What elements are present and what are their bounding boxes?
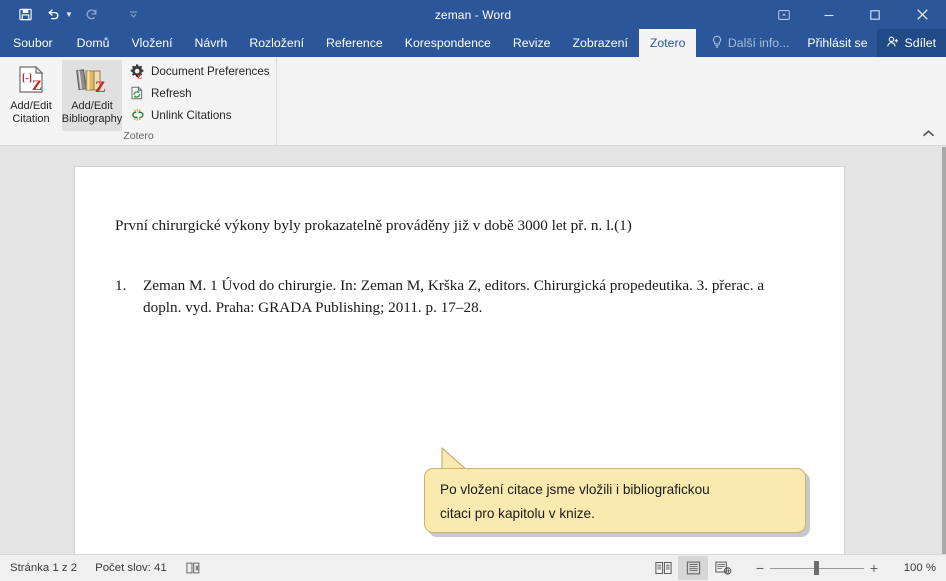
- share-label: Sdílet: [904, 36, 936, 50]
- proofing-errors-icon[interactable]: [185, 561, 202, 575]
- bibliography-entry: 1. Zeman M. 1 Úvod do chirurgie. In: Zem…: [115, 275, 795, 319]
- ribbon-display-options-icon[interactable]: [762, 0, 806, 29]
- svg-text:Z: Z: [95, 79, 106, 96]
- callout-line-2: citaci pro kapitolu v knize.: [440, 506, 595, 521]
- zoom-out-button[interactable]: −: [750, 558, 770, 578]
- add-edit-citation-label: Add/Edit Citation: [10, 100, 52, 125]
- save-icon[interactable]: [12, 3, 38, 27]
- minimize-icon[interactable]: [806, 0, 852, 29]
- zoom-slider[interactable]: [770, 558, 864, 578]
- window-controls: [762, 0, 946, 29]
- ribbon-group-label: Zotero: [123, 130, 154, 142]
- bibliography-entry-number: 1.: [115, 277, 127, 294]
- share-button[interactable]: Sdílet: [876, 29, 946, 57]
- add-edit-bibliography-label: Add/Edit Bibliography: [61, 100, 123, 125]
- zotero-unlink-citations-icon: [128, 107, 145, 124]
- callout-bubble: Po vložení citace jsme vložili i bibliog…: [424, 468, 806, 533]
- tell-me-search[interactable]: Další info...: [702, 29, 799, 57]
- zotero-add-edit-bibliography-icon: Z: [75, 64, 109, 97]
- word-count-status[interactable]: Počet slov: 41: [95, 562, 167, 574]
- lightbulb-icon: [711, 35, 723, 52]
- print-layout-icon[interactable]: [678, 556, 708, 580]
- title-bar: ▼ zeman - Word: [0, 0, 946, 29]
- callout-text: Po vložení citace jsme vložili i bibliog…: [440, 478, 798, 526]
- status-bar-left: Stránka 1 z 2 Počet slov: 41: [0, 561, 202, 575]
- tell-me-label: Další info...: [727, 36, 790, 50]
- status-bar-right: − + 100 %: [648, 556, 946, 580]
- callout-tail: [440, 446, 480, 472]
- unlink-citations-label: Unlink Citations: [151, 108, 232, 122]
- svg-text:Z: Z: [137, 72, 142, 79]
- tab-revize[interactable]: Revize: [502, 29, 562, 57]
- zotero-small-commands: Z Document Preferences Refresh Unlink Ci…: [128, 62, 270, 124]
- sign-in-button[interactable]: Přihlásit se: [798, 29, 876, 57]
- tab-soubor[interactable]: Soubor: [0, 29, 66, 57]
- bibliography-entry-text: Zeman M. 1 Úvod do chirurgie. In: Zeman …: [143, 277, 765, 316]
- zotero-add-edit-citation-icon: [-] Z: [16, 64, 46, 97]
- tab-navrh[interactable]: Návrh: [184, 29, 239, 57]
- svg-text:Z: Z: [32, 78, 42, 94]
- customize-qat-icon[interactable]: [121, 3, 147, 27]
- zotero-refresh-icon: [128, 85, 145, 102]
- collapse-ribbon-icon[interactable]: [920, 125, 936, 141]
- tab-strip-right-actions: Další info... Přihlásit se Sdílet: [702, 29, 946, 57]
- word-application-window: ▼ zeman - Word Soubor Domů Vložení Návrh…: [0, 0, 946, 581]
- document-preferences-label: Document Preferences: [151, 64, 270, 78]
- vertical-scrollbar[interactable]: [942, 147, 946, 554]
- maximize-icon[interactable]: [852, 0, 898, 29]
- unlink-citations-button[interactable]: Unlink Citations: [128, 106, 270, 124]
- tab-korespondence[interactable]: Korespondence: [394, 29, 502, 57]
- document-canvas: První chirurgické výkony byly prokazatel…: [0, 147, 946, 566]
- document-preferences-button[interactable]: Z Document Preferences: [128, 62, 270, 80]
- person-add-icon: [886, 35, 900, 52]
- tab-rozlozeni[interactable]: Rozložení: [238, 29, 315, 57]
- refresh-button[interactable]: Refresh: [128, 84, 270, 102]
- zotero-document-preferences-icon: Z: [128, 63, 145, 80]
- ribbon-group-zotero: [-] Z Add/Edit Citation Z Add/Edit Bibli…: [0, 57, 277, 145]
- read-mode-icon[interactable]: [648, 556, 678, 580]
- zoom-slider-thumb[interactable]: [814, 561, 819, 575]
- undo-icon[interactable]: [40, 3, 66, 27]
- tab-zobrazeni[interactable]: Zobrazení: [562, 29, 639, 57]
- undo-dropdown-icon[interactable]: ▼: [65, 10, 73, 19]
- status-bar: Stránka 1 z 2 Počet slov: 41 − + 100 %: [0, 554, 946, 581]
- quick-access-toolbar: ▼: [0, 3, 147, 27]
- ribbon-content: [-] Z Add/Edit Citation Z Add/Edit Bibli…: [0, 57, 946, 146]
- web-layout-icon[interactable]: [708, 556, 738, 580]
- tab-vlozeni[interactable]: Vložení: [120, 29, 183, 57]
- tab-domu[interactable]: Domů: [66, 29, 121, 57]
- tab-zotero[interactable]: Zotero: [638, 29, 697, 57]
- add-edit-bibliography-button[interactable]: Z Add/Edit Bibliography: [62, 60, 122, 131]
- bibliography-list: 1. Zeman M. 1 Úvod do chirurgie. In: Zem…: [115, 275, 795, 319]
- close-icon[interactable]: [898, 0, 946, 29]
- svg-text:[-]: [-]: [22, 73, 32, 84]
- add-edit-citation-button[interactable]: [-] Z Add/Edit Citation: [2, 60, 60, 131]
- tab-reference[interactable]: Reference: [315, 29, 394, 57]
- document-paragraph: První chirurgické výkony byly prokazatel…: [115, 217, 632, 234]
- annotation-callout: Po vložení citace jsme vložili i bibliog…: [424, 447, 810, 537]
- zoom-level-label[interactable]: 100 %: [892, 562, 936, 574]
- refresh-label: Refresh: [151, 86, 192, 100]
- redo-icon[interactable]: [79, 3, 105, 27]
- ribbon-tab-strip: Soubor Domů Vložení Návrh Rozložení Refe…: [0, 29, 946, 57]
- zoom-in-button[interactable]: +: [864, 558, 884, 578]
- page-number-status[interactable]: Stránka 1 z 2: [10, 562, 77, 574]
- callout-line-1: Po vložení citace jsme vložili i bibliog…: [440, 482, 710, 497]
- zoom-control: − + 100 %: [750, 558, 936, 578]
